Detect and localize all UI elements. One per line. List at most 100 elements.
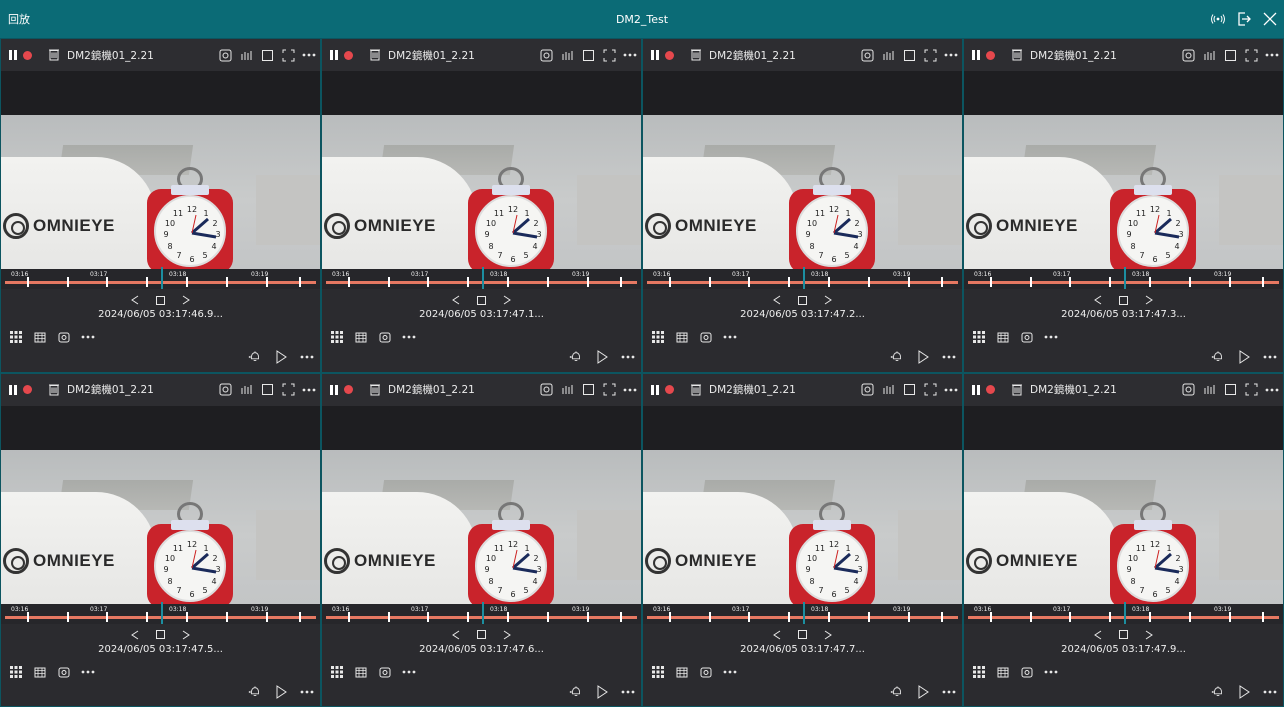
timeline[interactable]: 03:16 03:17 03:18 03:19: [322, 601, 641, 624]
audio-level-icon[interactable]: [1202, 383, 1216, 397]
trash-icon[interactable]: [369, 49, 381, 61]
video-frame[interactable]: OMNIEYE 12 1 2 3 4 5 6 7 8 9 10 11: [643, 449, 962, 604]
trash-icon[interactable]: [1011, 384, 1023, 396]
snapshot-icon[interactable]: [218, 383, 232, 397]
pause-icon[interactable]: [651, 384, 661, 395]
grid-layout-icon[interactable]: [330, 330, 344, 344]
rewind-icon[interactable]: [449, 628, 463, 642]
camera-panel-4[interactable]: DM2鏡機01_2.21 OMNIEYE 12 1 2 3 4 5 6 7 8 …: [963, 38, 1284, 373]
rewind-icon[interactable]: [1091, 293, 1105, 307]
stop-button[interactable]: [798, 295, 807, 305]
fullscreen-icon[interactable]: [602, 383, 616, 397]
grid-layout-icon[interactable]: [9, 665, 23, 679]
trash-icon[interactable]: [48, 384, 60, 396]
window-icon[interactable]: [581, 383, 595, 397]
snapshot-icon[interactable]: [1181, 383, 1195, 397]
audio-level-icon[interactable]: [1202, 48, 1216, 62]
record-icon[interactable]: [23, 385, 32, 394]
more-icon[interactable]: [1265, 48, 1279, 62]
pause-icon[interactable]: [972, 384, 982, 395]
timeline[interactable]: 03:16 03:17 03:18 03:19: [643, 267, 962, 289]
pause-icon[interactable]: [972, 50, 982, 60]
pause-icon[interactable]: [651, 50, 661, 60]
video-frame[interactable]: OMNIEYE 12 1 2 3 4 5 6 7 8 9 10 11: [1, 115, 320, 269]
camera-icon[interactable]: [378, 330, 392, 344]
alarm-bell-icon[interactable]: [1211, 350, 1225, 364]
audio-level-icon[interactable]: [881, 48, 895, 62]
forward-icon[interactable]: [1142, 293, 1156, 307]
record-icon[interactable]: [665, 50, 674, 60]
alarm-bell-icon[interactable]: [569, 685, 583, 699]
pause-icon[interactable]: [9, 50, 19, 60]
more-icon[interactable]: [81, 665, 95, 679]
trash-icon[interactable]: [690, 49, 702, 61]
camera-panel-2[interactable]: DM2鏡機01_2.21 OMNIEYE 12 1 2 3 4 5 6 7 8 …: [321, 38, 642, 373]
camera-icon[interactable]: [1020, 665, 1034, 679]
timeline-cursor[interactable]: [803, 601, 805, 624]
record-icon[interactable]: [665, 385, 674, 394]
video-frame[interactable]: OMNIEYE 12 1 2 3 4 5 6 7 8 9 10 11: [964, 449, 1283, 604]
forward-icon[interactable]: [500, 628, 514, 642]
more-icon[interactable]: [621, 350, 635, 364]
forward-icon[interactable]: [179, 628, 193, 642]
window-icon[interactable]: [260, 383, 274, 397]
fullscreen-icon[interactable]: [281, 383, 295, 397]
camera-icon[interactable]: [57, 665, 71, 679]
forward-icon[interactable]: [1142, 628, 1156, 642]
camera-panel-6[interactable]: DM2鏡機01_2.21 OMNIEYE 12 1 2 3 4 5 6 7 8 …: [321, 372, 642, 707]
more-icon[interactable]: [1044, 665, 1058, 679]
pause-icon[interactable]: [330, 50, 340, 60]
rewind-icon[interactable]: [449, 293, 463, 307]
fullscreen-icon[interactable]: [1244, 48, 1258, 62]
more-icon[interactable]: [1044, 330, 1058, 344]
record-icon[interactable]: [344, 50, 353, 60]
fullscreen-icon[interactable]: [1244, 383, 1258, 397]
rewind-icon[interactable]: [1091, 628, 1105, 642]
timeline-cursor[interactable]: [1124, 601, 1126, 624]
fullscreen-icon[interactable]: [923, 48, 937, 62]
more-icon[interactable]: [1263, 685, 1277, 699]
record-icon[interactable]: [344, 385, 353, 394]
close-icon[interactable]: [1262, 11, 1278, 27]
alarm-bell-icon[interactable]: [1211, 685, 1225, 699]
fullscreen-icon[interactable]: [281, 48, 295, 62]
more-icon[interactable]: [402, 665, 416, 679]
stop-button[interactable]: [1119, 630, 1128, 639]
stop-button[interactable]: [477, 630, 486, 639]
play-icon[interactable]: [916, 684, 930, 699]
timeline-cursor[interactable]: [1124, 267, 1126, 289]
snapshot-icon[interactable]: [860, 48, 874, 62]
calendar-icon[interactable]: [33, 330, 47, 344]
alarm-bell-icon[interactable]: [248, 350, 262, 364]
grid-layout-icon[interactable]: [330, 665, 344, 679]
camera-panel-3[interactable]: DM2鏡機01_2.21 OMNIEYE 12 1 2 3 4 5 6 7 8 …: [642, 38, 963, 373]
camera-panel-7[interactable]: DM2鏡機01_2.21 OMNIEYE 12 1 2 3 4 5 6 7 8 …: [642, 372, 963, 707]
calendar-icon[interactable]: [33, 665, 47, 679]
calendar-icon[interactable]: [996, 665, 1010, 679]
camera-icon[interactable]: [378, 665, 392, 679]
more-icon[interactable]: [942, 685, 956, 699]
more-icon[interactable]: [1265, 383, 1279, 397]
forward-icon[interactable]: [179, 293, 193, 307]
record-icon[interactable]: [986, 385, 995, 394]
window-icon[interactable]: [902, 383, 916, 397]
stop-button[interactable]: [477, 295, 486, 305]
calendar-icon[interactable]: [996, 330, 1010, 344]
stop-button[interactable]: [798, 630, 807, 639]
timeline[interactable]: 03:16 03:17 03:18 03:19: [964, 601, 1283, 624]
video-frame[interactable]: OMNIEYE 12 1 2 3 4 5 6 7 8 9 10 11: [322, 449, 641, 604]
window-icon[interactable]: [902, 48, 916, 62]
grid-layout-icon[interactable]: [972, 330, 986, 344]
alarm-bell-icon[interactable]: [890, 685, 904, 699]
calendar-icon[interactable]: [675, 665, 689, 679]
timeline[interactable]: 03:16 03:17 03:18 03:19: [964, 267, 1283, 289]
video-frame[interactable]: OMNIEYE 12 1 2 3 4 5 6 7 8 9 10 11: [322, 115, 641, 269]
play-icon[interactable]: [274, 684, 288, 699]
trash-icon[interactable]: [48, 49, 60, 61]
more-icon[interactable]: [302, 383, 316, 397]
forward-icon[interactable]: [821, 628, 835, 642]
more-icon[interactable]: [942, 350, 956, 364]
more-icon[interactable]: [944, 383, 958, 397]
rewind-icon[interactable]: [128, 293, 142, 307]
audio-level-icon[interactable]: [560, 48, 574, 62]
